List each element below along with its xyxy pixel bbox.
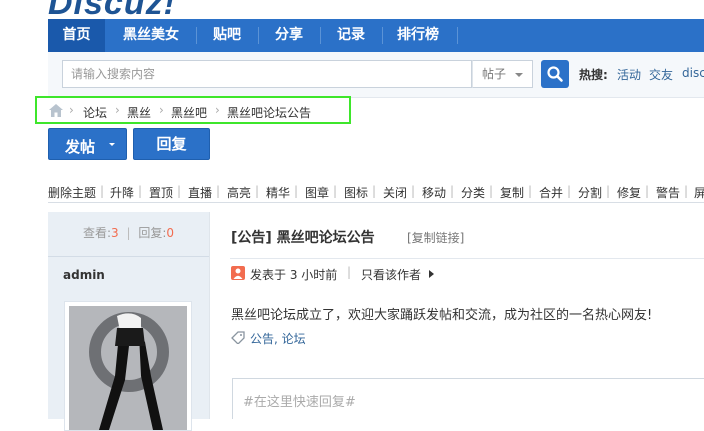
tag-icon [231,331,245,347]
mod-repair[interactable]: 修复 [617,184,641,201]
mod-classify[interactable]: 分类 [461,184,485,201]
mod-bump[interactable]: 升降 [110,184,134,201]
views-count: 3 [111,226,119,240]
hot-search-label: 热搜: [579,68,608,82]
mod-block[interactable]: 屏 [694,184,704,201]
avatar[interactable] [64,301,192,431]
mod-separator: | [450,184,455,198]
search-type-label: 帖子 [482,67,507,81]
nav-divider [320,27,321,44]
nav-divider [258,27,259,44]
thread-title: [公告] 黑丝吧论坛公告 [231,230,375,246]
breadcrumb: › 论坛 › 黑丝 › 黑丝吧 › 黑丝吧论坛公告 [35,96,351,124]
mod-separator: | [138,184,143,198]
nav-divider [196,27,197,44]
site-logo[interactable]: Discuz! [48,0,176,20]
mod-separator: | [528,184,533,198]
reply-button[interactable]: 回复 [133,128,210,160]
breadcrumb-item-announcement[interactable]: 黑丝吧论坛公告 [227,104,311,121]
nav-item-ranking[interactable]: 排行榜 [390,19,446,52]
replies-label: 回复: [138,226,167,240]
avatar-image [69,306,187,430]
divider [230,258,704,259]
mod-separator: | [255,184,260,198]
divider [48,256,209,257]
author-name[interactable]: admin [63,268,105,282]
stats-separator: | [126,226,131,240]
mod-digest[interactable]: 精华 [266,184,290,201]
new-post-button[interactable]: 发帖 [48,128,127,160]
mod-split[interactable]: 分割 [578,184,602,201]
mod-separator: | [567,184,572,198]
post-tags[interactable]: 公告, 论坛 [250,330,306,347]
quick-reply-input[interactable]: #在这里快速回复# [232,378,704,419]
thread-stats: 查看:3 | 回复:0 [48,224,209,241]
mod-icon[interactable]: 图标 [344,184,368,201]
breadcrumb-separator: › [215,103,220,117]
search-input[interactable]: 请输入搜索内容 [62,60,472,88]
search-bar: 请输入搜索内容 帖子 热搜: 活动 交友 discuz [48,52,704,98]
replies-count: 0 [166,226,175,240]
avatar-picture [69,306,187,430]
breadcrumb-item-black-silk[interactable]: 黑丝 [127,104,151,121]
nav-item-share[interactable]: 分享 [265,19,313,52]
mod-separator: | [411,184,416,198]
divider [48,202,704,203]
mod-close[interactable]: 关闭 [383,184,407,201]
mod-warn[interactable]: 警告 [656,184,680,201]
nav-item-tieba[interactable]: 贴吧 [203,19,251,52]
mod-separator: | [294,184,299,198]
arrow-right-icon [429,270,434,278]
mod-separator: | [372,184,377,198]
breadcrumb-separator: › [115,103,120,117]
nav-item-records[interactable]: 记录 [327,19,375,52]
mod-separator: | [489,184,494,198]
mod-separator: | [333,184,338,198]
divider [209,212,210,419]
moderator-toolbar: 删除主题 | 升降 | 置顶 | 直播 | 高亮 | 精华 | 图章 | 图标 … [48,180,704,202]
mod-move[interactable]: 移动 [422,184,446,201]
hot-search-link[interactable]: 交友 [649,66,673,83]
mod-stamp[interactable]: 图章 [305,184,329,201]
mod-separator: | [100,184,105,198]
breadcrumb-separator: › [69,103,74,117]
chevron-down-icon [109,143,115,146]
only-author-link[interactable]: 只看该作者 [361,266,421,283]
mod-separator: | [645,184,650,198]
mod-separator: | [606,184,611,198]
home-icon[interactable] [49,104,63,117]
hot-search-link[interactable]: 活动 [617,66,641,83]
mod-merge[interactable]: 合并 [539,184,563,201]
breadcrumb-separator: › [159,103,164,117]
online-status-icon [231,266,245,280]
copy-link[interactable]: [复制链接] [407,229,464,246]
breadcrumb-item-black-silk-bar[interactable]: 黑丝吧 [171,104,207,121]
search-type-select[interactable]: 帖子 [472,60,533,88]
search-icon [547,66,563,82]
mod-delete-thread[interactable]: 删除主题 [48,184,96,201]
main-nav: 首页 黑丝美女 贴吧 分享 记录 排行榜 [48,19,704,52]
post-author-panel: 查看:3 | 回复:0 admin [48,212,209,431]
mod-copy[interactable]: 复制 [500,184,524,201]
hot-search-link[interactable]: discuz [682,66,704,80]
meta-separator: | [347,265,352,279]
mod-separator: | [177,184,182,198]
nav-divider [457,27,458,44]
nav-item-black-silk[interactable]: 黑丝美女 [113,19,189,52]
mod-separator: | [216,184,221,198]
quick-reply-placeholder: #在这里快速回复# [243,395,356,410]
nav-item-home[interactable]: 首页 [48,19,105,52]
nav-divider [382,27,383,44]
mod-separator: | [684,184,689,198]
mod-sticky[interactable]: 置顶 [149,184,173,201]
post-time: 发表于 3 小时前 [250,268,338,282]
chevron-down-icon [515,73,523,77]
views-label: 查看: [82,226,111,240]
breadcrumb-item-forum[interactable]: 论坛 [83,104,107,121]
mod-highlight[interactable]: 高亮 [227,184,251,201]
mod-live[interactable]: 直播 [188,184,212,201]
post-body: 黑丝吧论坛成立了，欢迎大家踊跃发帖和交流，成为社区的一名热心网友! [231,308,653,323]
search-button[interactable] [541,60,569,88]
new-post-label: 发帖 [65,138,96,156]
